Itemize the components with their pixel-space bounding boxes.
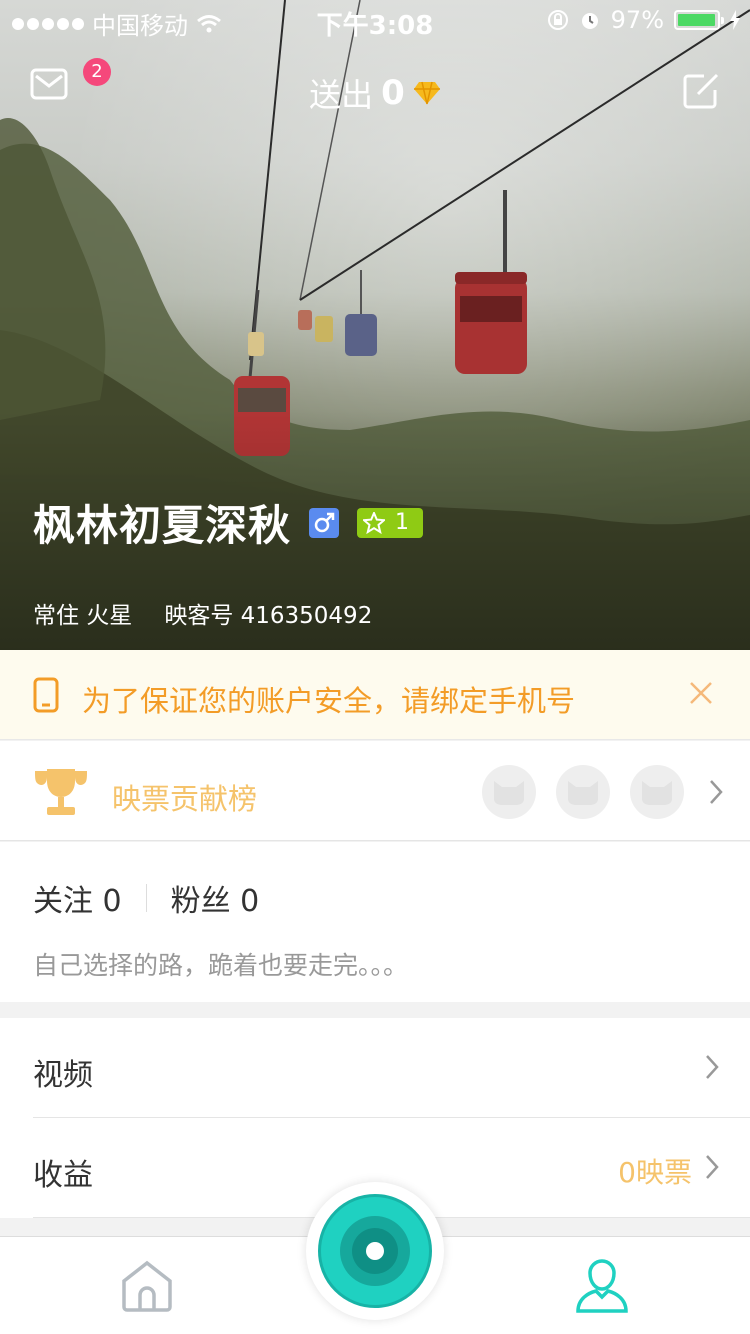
chevron-right-icon	[710, 780, 723, 804]
bind-phone-banner[interactable]: 为了保证您的账户安全，请绑定手机号	[0, 650, 750, 740]
bind-phone-text: 为了保证您的账户安全，请绑定手机号	[82, 684, 576, 718]
go-live-button[interactable]	[306, 1182, 444, 1320]
placeholder-avatar-icon	[494, 781, 524, 805]
close-icon[interactable]	[688, 680, 714, 706]
level-value: 1	[395, 510, 410, 535]
placeholder-avatar-icon	[568, 781, 598, 805]
edit-icon	[683, 73, 719, 109]
profile-meta: 常住 火星 映客号 416350492	[33, 596, 372, 630]
top-contributors	[482, 765, 684, 819]
phone-icon	[33, 677, 59, 713]
contribution-leaderboard[interactable]: 映票贡献榜	[0, 741, 750, 841]
contributor-avatar	[556, 765, 610, 819]
record-icon	[366, 1242, 384, 1260]
placeholder-avatar-icon	[642, 781, 672, 805]
profile-page: 中国移动 下午3:08 97% 2 送出 0 枫林初夏深秋 1 常住 火星 映客…	[0, 0, 750, 1334]
battery-percent: 97%	[610, 6, 664, 34]
charging-icon	[730, 10, 740, 30]
user-name: 枫林初夏深秋	[33, 501, 292, 550]
status-bar: 中国移动 下午3:08 97%	[0, 0, 750, 41]
sent-label: 送出	[309, 76, 374, 114]
chevron-right-icon	[706, 1055, 719, 1079]
home-tab-icon[interactable]	[118, 1259, 176, 1313]
chevron-right-icon	[706, 1155, 719, 1179]
location-text: 常住 火星	[33, 603, 133, 629]
sent-summary: 送出 0	[0, 70, 750, 116]
following-count[interactable]: 关注 0	[33, 876, 122, 920]
menu-item-label: 收益	[33, 1158, 93, 1193]
fans-count[interactable]: 粉丝 0	[171, 876, 260, 920]
user-id-text: 映客号 416350492	[164, 603, 373, 629]
sent-count: 0	[381, 73, 405, 113]
profile-tab-icon[interactable]	[574, 1257, 630, 1315]
profile-name-row: 枫林初夏深秋 1	[33, 492, 424, 553]
leaderboard-label: 映票贡献榜	[112, 782, 258, 816]
menu-item-videos[interactable]: 视频	[33, 1018, 750, 1118]
contributor-avatar	[630, 765, 684, 819]
rotation-lock-icon	[547, 10, 568, 30]
trophy-icon	[35, 769, 87, 815]
menu-item-value: 0映票	[618, 1156, 692, 1189]
contributor-avatar	[482, 765, 536, 819]
follow-section: 关注 0 粉丝 0 自己选择的路，跪着也要走完。。。	[0, 842, 750, 1002]
menu-item-label: 视频	[33, 1058, 93, 1093]
diamond-icon	[413, 81, 440, 105]
edit-profile-button[interactable]	[682, 72, 720, 110]
star-icon	[363, 511, 386, 534]
divider	[145, 884, 147, 912]
battery-icon	[674, 10, 724, 30]
profile-top-bar: 2 送出 0	[0, 58, 750, 120]
level-badge: 1	[357, 507, 424, 538]
alarm-icon	[581, 13, 598, 29]
user-bio: 自己选择的路，跪着也要走完。。。	[33, 951, 409, 980]
male-icon	[309, 507, 340, 538]
